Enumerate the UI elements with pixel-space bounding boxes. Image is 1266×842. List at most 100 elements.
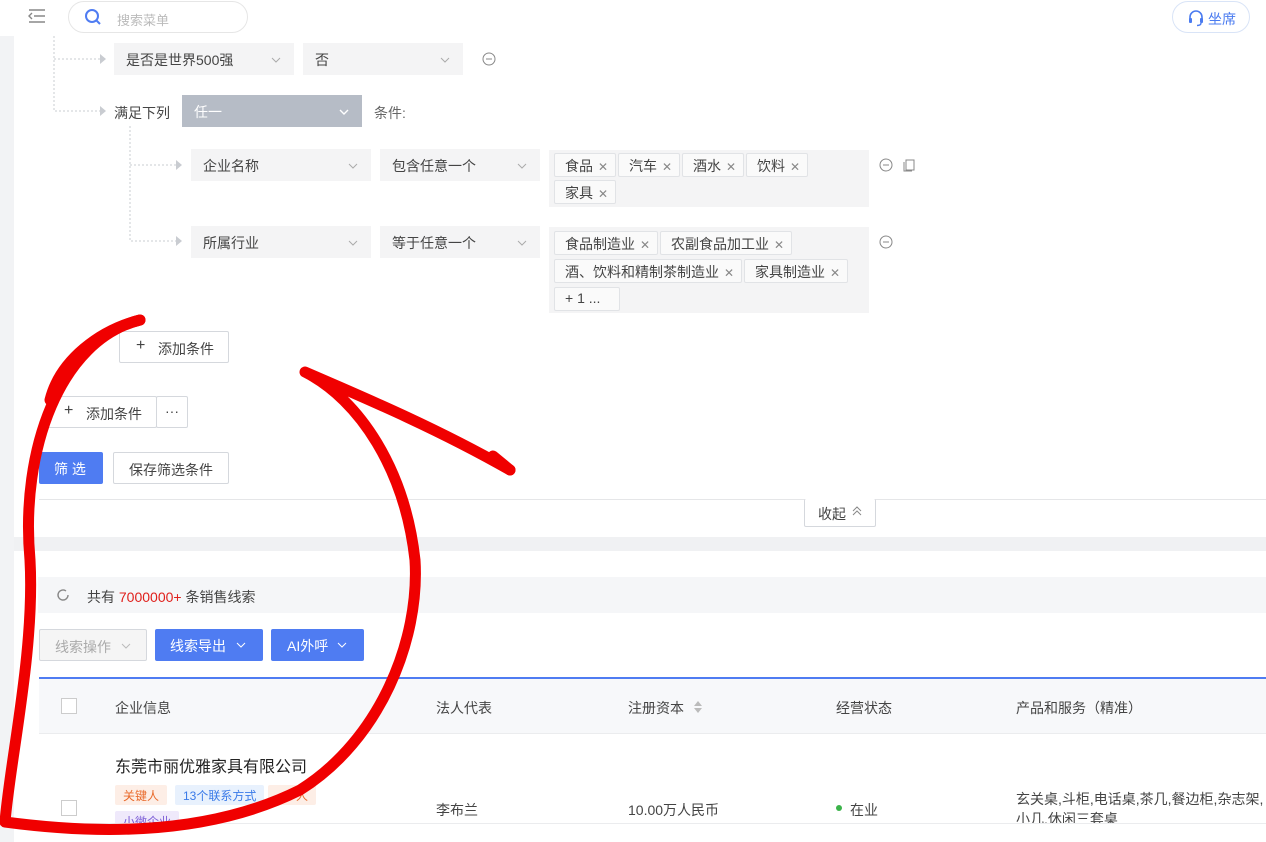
plus-icon: + [64,402,74,419]
chevron-down-icon [338,105,350,117]
tag: 酒水 ✕ [682,153,745,177]
seat-label: 坐席 [1208,11,1236,27]
chevron-up-icon [851,504,863,520]
more-options-button[interactable]: ··· [156,396,188,428]
divider [39,823,1266,824]
tag-label: 饮料 [757,158,785,174]
more-tags-label: + 1 ... [565,290,601,306]
close-icon[interactable]: ✕ [724,266,734,280]
section-divider [14,537,1266,551]
tag: 饮料 ✕ [746,153,809,177]
result-count-bar: 共有 7000000+ 条销售线索 [38,577,1266,613]
tag-label: 农副食品加工业 [671,236,769,252]
ai-call-dropdown[interactable]: AI外呼 [271,629,364,661]
close-icon[interactable]: ✕ [830,266,840,280]
capital-value: 10.00万人民币 [628,802,720,818]
chevron-down-icon [516,236,528,248]
column-header-company: 企业信息 [115,700,171,716]
field-select-label: 是否是世界500强 [126,52,234,68]
value-select-label: 否 [315,52,329,68]
tag-label: 酒、饮料和精制茶制造业 [565,264,719,280]
close-icon[interactable]: ✕ [598,160,608,174]
chevron-down-icon [270,53,282,65]
contacts-badge[interactable]: 13个联系方式 [175,785,265,805]
chevron-down-icon [347,236,359,248]
add-condition-button[interactable]: + 添加条件 [47,396,157,428]
tag: 家具 ✕ [554,180,617,204]
search-icon [84,8,102,26]
column-header-products: 产品和服务（精准） [1016,700,1142,716]
field-select-company-name[interactable]: 企业名称 [191,149,371,181]
copy-icon[interactable] [902,158,916,172]
filter-button[interactable]: 筛 选 [39,452,103,484]
filter-button-label: 筛 选 [54,461,86,477]
chevron-down-icon [120,639,132,655]
tag-input-company[interactable]: 食品 ✕ 汽车 ✕ 酒水 ✕ 饮料 ✕ 家具 ✕ [549,150,869,207]
lead-export-label: 线索导出 [170,638,226,654]
group-prefix: 满足下列 [114,105,170,121]
close-icon[interactable]: ✕ [662,160,672,174]
close-icon[interactable]: ✕ [726,160,736,174]
remove-condition-icon[interactable] [482,52,496,66]
collapse-label: 收起 [818,506,846,522]
tag-label: 食品制造业 [565,236,635,252]
remove-condition-icon[interactable] [879,158,893,172]
close-icon[interactable]: ✕ [598,187,608,201]
operator-select-contains[interactable]: 包含任意一个 [380,149,540,181]
close-icon[interactable]: ✕ [790,160,800,174]
menu-toggle-icon[interactable] [26,7,48,25]
chevron-down-icon [336,638,348,654]
company-name-link[interactable]: 东莞市丽优雅家具有限公司 [115,753,307,777]
field-select-fortune500[interactable]: 是否是世界500强 [114,43,294,75]
add-condition-label: 添加条件 [86,406,142,422]
close-icon[interactable]: ✕ [640,238,650,252]
save-filter-button[interactable]: 保存筛选条件 [113,452,229,484]
key-person-badge: 关键人 [115,785,168,805]
group-mode-label: 任一 [194,104,222,120]
group-mode-select[interactable]: 任一 [182,95,362,127]
collapse-button[interactable]: 收起 [804,499,876,527]
operator-select-equals[interactable]: 等于任意一个 [380,226,540,258]
tag-label: 食品 [565,158,593,174]
tag: 汽车 ✕ [618,153,681,177]
column-header-capital[interactable]: 注册资本 [628,698,684,718]
count-prefix: 共有 [87,589,115,605]
tag-label: 汽车 [629,158,657,174]
row-checkbox[interactable] [61,800,77,816]
lead-actions-label: 线索操作 [55,639,111,655]
close-icon[interactable]: ✕ [774,238,784,252]
add-condition-label: 添加条件 [158,341,214,357]
tag-input-industry[interactable]: 食品制造业 ✕ 农副食品加工业 ✕ 酒、饮料和精制茶制造业 ✕ 家具制造业 ✕ + 1 … [549,227,869,313]
menu-search-input[interactable]: 搜索菜单 [68,1,248,33]
sort-icon[interactable] [693,699,703,718]
more-tags[interactable]: + 1 ... [554,287,620,311]
chevron-down-icon [347,159,359,171]
tag-label: 家具制造业 [755,264,825,280]
lead-actions-dropdown[interactable]: 线索操作 [39,629,147,661]
headset-icon [1187,9,1205,27]
count-value: 7000000+ [118,589,182,605]
tag-label: 家具 [565,185,593,201]
value-select-fortune500[interactable]: 否 [303,43,463,75]
chevron-down-icon [516,159,528,171]
ai-call-label: AI外呼 [287,638,329,654]
chevron-down-icon [235,638,247,654]
remove-condition-icon[interactable] [879,235,893,249]
refresh-icon[interactable] [56,588,70,605]
seat-button[interactable]: 坐席 [1172,1,1250,33]
group-suffix: 条件: [374,105,406,121]
column-header-status: 经营状态 [836,700,892,716]
column-header-legal-rep: 法人代表 [436,700,492,716]
operator-select-label: 包含任意一个 [392,158,476,174]
select-all-checkbox[interactable] [61,698,77,714]
field-select-industry[interactable]: 所属行业 [191,226,371,258]
group-add-condition-button[interactable]: + 添加条件 [119,331,229,363]
chevron-down-icon [439,53,451,65]
more-icon: ··· [165,403,179,419]
person-badge: 人 [268,785,317,805]
tag: 家具制造业 ✕ [744,259,849,283]
tag: 农副食品加工业 ✕ [660,231,793,255]
field-select-label: 企业名称 [203,158,259,174]
count-suffix: 条销售线索 [185,589,256,605]
lead-export-dropdown[interactable]: 线索导出 [155,629,263,661]
